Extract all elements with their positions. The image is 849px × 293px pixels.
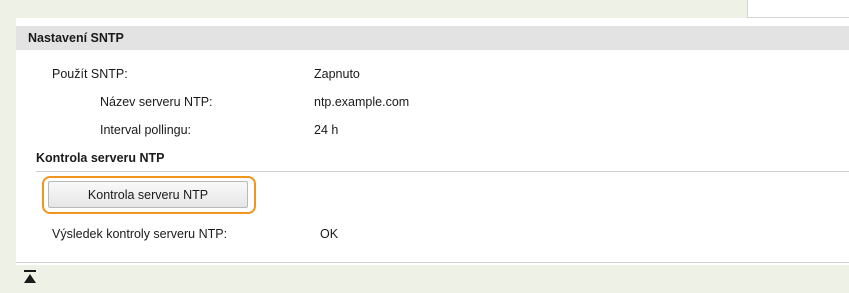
polling-interval-value: 24 h [314,123,339,137]
use-sntp-label: Použít SNTP: [52,67,128,81]
server-name-value: ntp.example.com [314,95,410,109]
check-result-value: OK [320,227,339,241]
bottom-divider [16,262,849,263]
ntp-check-divider [36,171,849,172]
server-name-label: Název serveru NTP: [100,95,213,109]
sntp-settings-panel: Nastavení SNTP Použít SNTP: Zapnuto Náze… [16,18,849,265]
ntp-check-heading: Kontrola serveru NTP [36,151,165,165]
polling-interval-label: Interval pollingu: [100,123,192,137]
use-sntp-value: Zapnuto [314,67,360,81]
section-title: Nastavení SNTP [16,26,849,50]
top-tab [747,0,849,18]
check-ntp-server-button[interactable]: Kontrola serveru NTP [48,181,248,208]
back-to-top-icon[interactable] [24,270,36,284]
check-result-label: Výsledek kontroly serveru NTP: [52,227,228,241]
